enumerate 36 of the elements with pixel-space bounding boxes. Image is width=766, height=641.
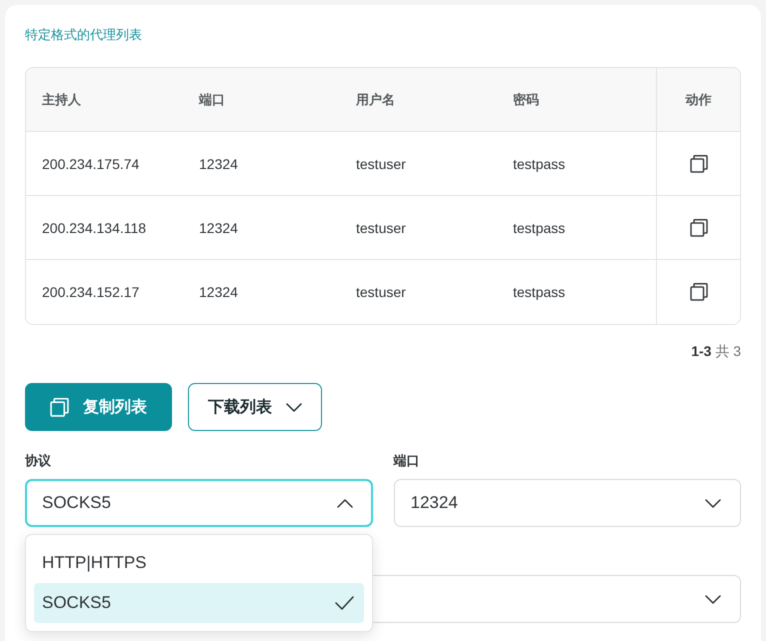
select-field[interactable]: 12324 xyxy=(394,479,741,527)
chevron-down-icon xyxy=(705,498,721,508)
table-cell-text: 12324 xyxy=(198,283,239,302)
column-header: 用户名 xyxy=(354,90,396,108)
column-header: 动作 xyxy=(656,68,740,131)
copy-icon[interactable] xyxy=(690,283,708,301)
chevron-up-icon xyxy=(336,498,352,508)
select-field[interactable]: SOCKS5 xyxy=(25,479,372,527)
table-cell-text: testpass xyxy=(512,218,566,238)
table-cell-text: testpass xyxy=(512,154,566,174)
pagination-info: 1-3 共 3 xyxy=(690,342,741,361)
copy-icon[interactable] xyxy=(690,218,708,236)
table-cell-text: 12324 xyxy=(198,154,239,174)
table-cell-text: testuser xyxy=(355,154,407,174)
table-cell-text: testuser xyxy=(355,283,407,302)
section-title: 特定格式的代理列表 xyxy=(25,26,143,44)
table-cell-text: 200.234.175.74 xyxy=(41,154,140,174)
table-cell-text: 200.234.152.17 xyxy=(41,283,140,302)
table-cell-text: 12324 xyxy=(198,218,239,238)
chevron-down-icon xyxy=(705,594,721,604)
dropdown-option[interactable]: SOCKS5 xyxy=(34,583,364,623)
download-list-button[interactable]: 下载列表 xyxy=(188,383,322,431)
column-header: 端口 xyxy=(198,90,226,108)
field-label: 端口 xyxy=(394,452,420,470)
column-header: 密码 xyxy=(512,90,540,108)
field-label: 协议 xyxy=(25,452,52,470)
check-icon xyxy=(334,596,354,610)
dropdown-option[interactable]: HTTP|HTTPS xyxy=(34,543,364,583)
column-header: 主持人 xyxy=(41,90,82,108)
table-cell-text: testpass xyxy=(512,283,566,302)
copy-icon[interactable] xyxy=(690,154,708,172)
table-cell-text: 200.234.134.118 xyxy=(41,218,148,238)
chevron-down-icon xyxy=(286,402,302,412)
table-cell-text: testuser xyxy=(355,218,407,238)
copy-icon xyxy=(50,398,69,416)
copy-list-button[interactable]: 复制列表 xyxy=(25,383,172,431)
